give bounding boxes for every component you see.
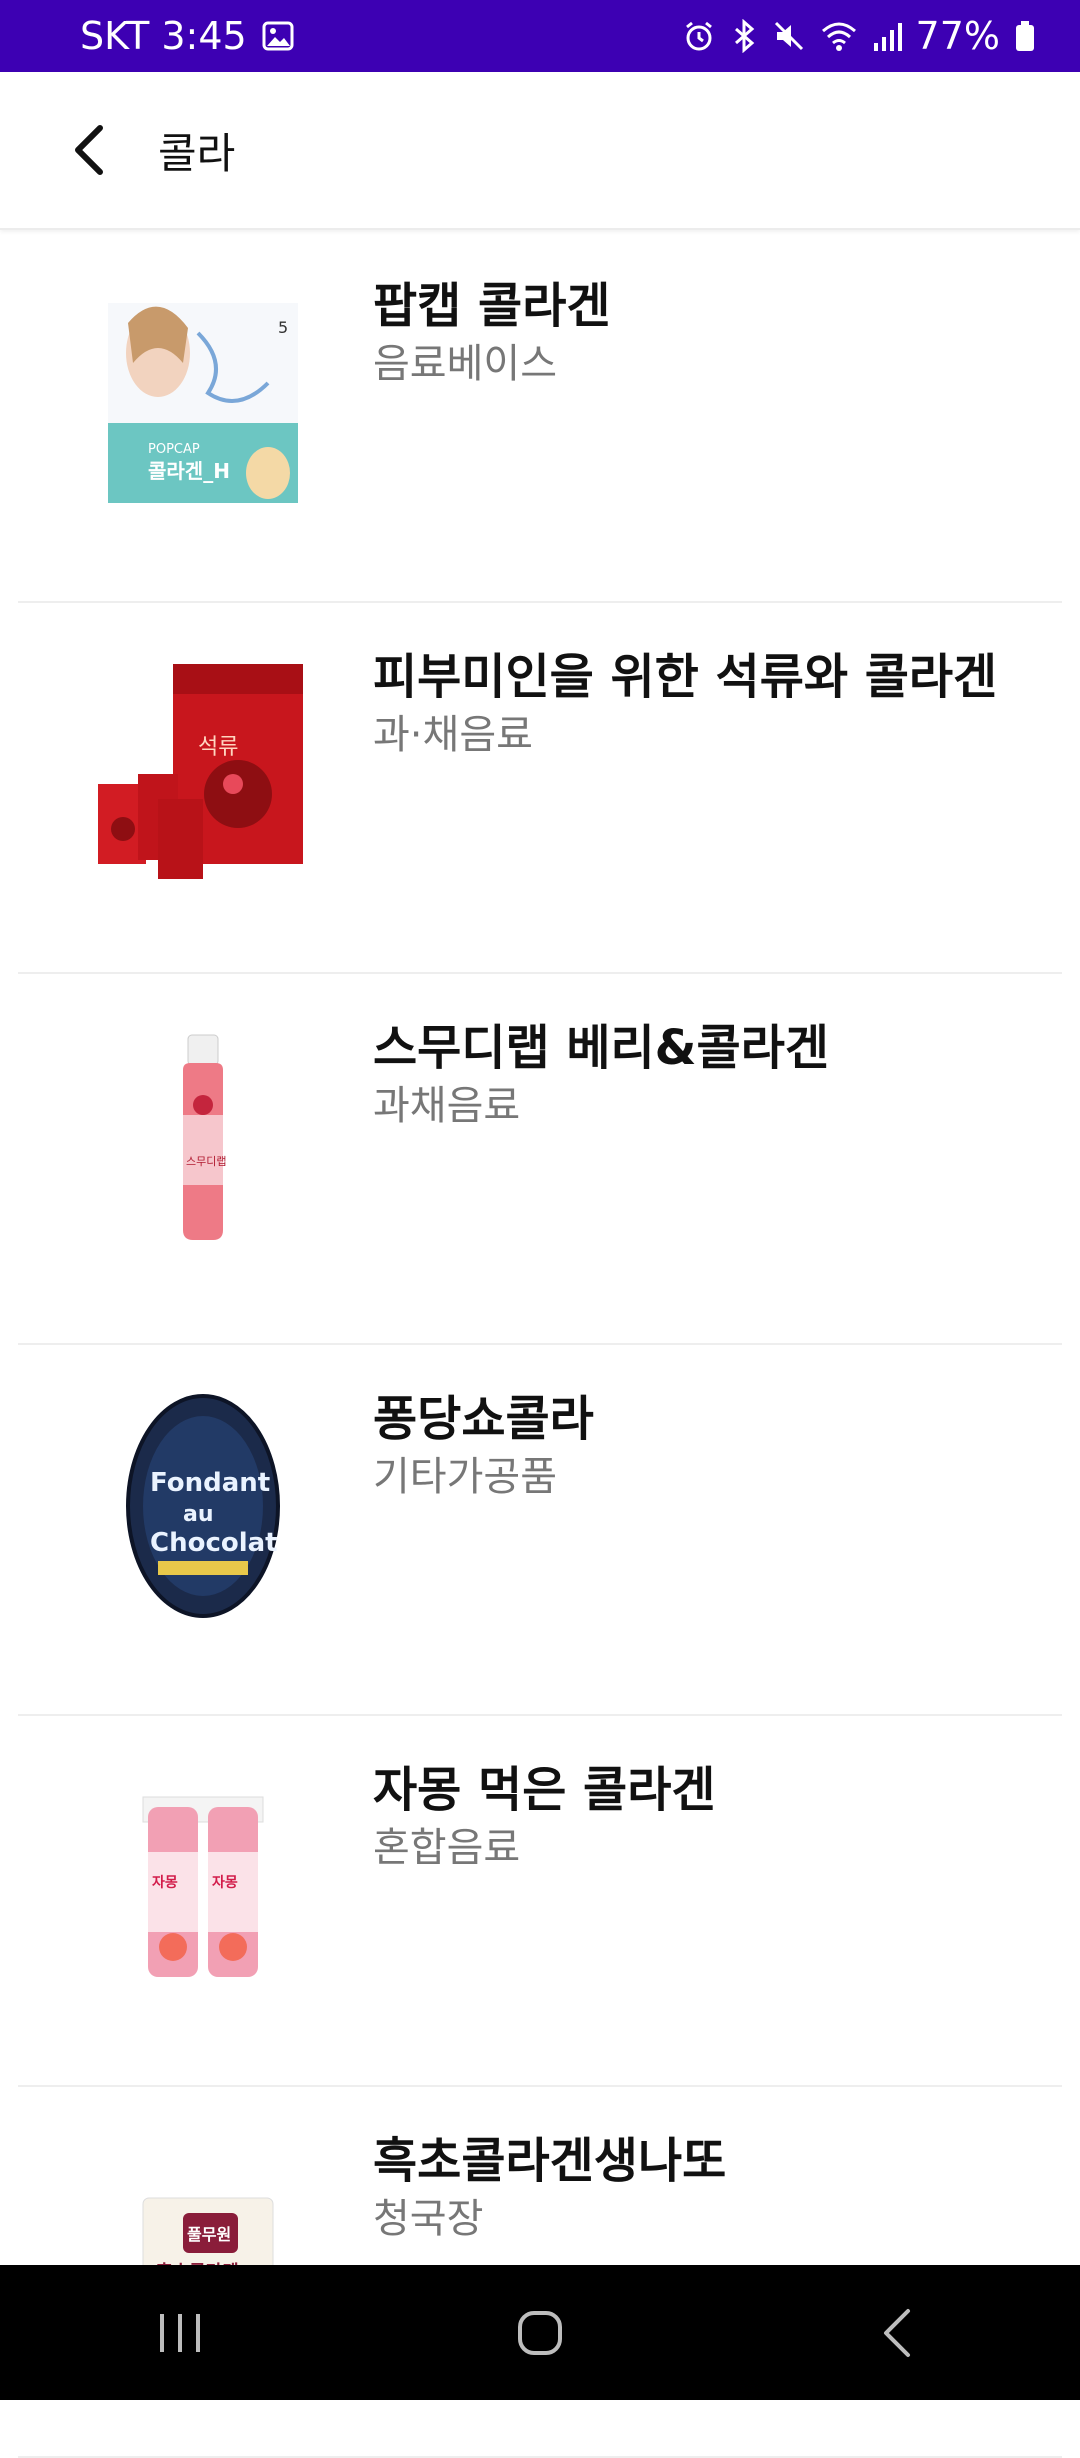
image-icon	[261, 19, 295, 53]
product-category: 혼합음료	[373, 1825, 521, 1871]
product-category: 과·채음료	[373, 712, 533, 758]
product-name: 퐁당쇼콜라	[373, 1391, 594, 1447]
navigation-bar	[0, 2265, 1080, 2400]
status-right: 77%	[682, 14, 1036, 58]
svg-text:콜라겐_H: 콜라겐_H	[148, 459, 230, 483]
product-category: 청국장	[373, 2196, 484, 2242]
product-image: 스무디랩	[78, 1010, 328, 1260]
app-bar: 콜라	[0, 72, 1080, 230]
home-icon	[518, 2310, 562, 2355]
svg-text:au: au	[183, 1502, 214, 1527]
product-name: 흑초콜라겐생나또	[373, 2133, 727, 2189]
svg-text:자몽: 자몽	[212, 1875, 238, 1891]
alarm-icon	[682, 19, 716, 53]
page-title: 콜라	[158, 128, 236, 178]
product-image: Fondant au Chocolat	[78, 1381, 328, 1631]
signal-icon	[872, 19, 902, 53]
mute-icon	[772, 19, 806, 53]
wifi-icon	[820, 19, 858, 53]
list-item[interactable]: 5 POPCAP 콜라겐_H 팝캡 콜라겐 음료베이스	[18, 232, 1062, 603]
svg-text:POPCAP: POPCAP	[148, 442, 200, 457]
product-image: 석류	[78, 639, 328, 889]
product-category: 과채음료	[373, 1083, 521, 1129]
bluetooth-icon	[730, 19, 758, 53]
carrier-time: SKT 3:45	[80, 14, 247, 58]
product-image: 5 POPCAP 콜라겐_H	[78, 268, 328, 518]
product-category: 음료베이스	[373, 341, 557, 387]
svg-text:석류: 석류	[198, 735, 238, 760]
battery-percent: 77%	[915, 14, 1000, 58]
back-arrow-icon	[75, 125, 103, 175]
recents-button[interactable]	[100, 2273, 260, 2393]
svg-text:Fondant: Fondant	[150, 1468, 270, 1498]
svg-text:Chocolat: Chocolat	[150, 1528, 278, 1558]
svg-text:5: 5	[278, 318, 288, 337]
list-item[interactable]: 석류 피부미인을 위한 석류와 콜라겐 과·채음료	[18, 603, 1062, 974]
battery-icon	[1014, 19, 1036, 53]
product-name: 피부미인을 위한 석류와 콜라겐	[373, 649, 998, 705]
svg-text:자몽: 자몽	[152, 1875, 178, 1891]
list-item[interactable]: 자몽 자몽 자몽 먹은 콜라겐 혼합음료	[18, 1716, 1062, 2087]
product-category: 기타가공품	[373, 1454, 557, 1500]
list-item[interactable]: 스무디랩 스무디랩 베리&콜라겐 과채음료	[18, 974, 1062, 1345]
product-name: 팝캡 콜라겐	[373, 278, 611, 334]
status-left: SKT 3:45	[80, 14, 295, 58]
svg-text:풀무원: 풀무원	[187, 2225, 231, 2244]
product-name: 스무디랩 베리&콜라겐	[373, 1020, 830, 1076]
list-item[interactable]: Fondant au Chocolat 퐁당쇼콜라 기타가공품	[18, 1345, 1062, 1716]
nav-back-icon	[884, 2308, 910, 2357]
svg-text:스무디랩: 스무디랩	[186, 1155, 226, 1168]
product-image: 자몽 자몽	[78, 1752, 328, 2002]
nav-back-button[interactable]	[820, 2273, 980, 2393]
status-bar: SKT 3:45 77%	[0, 0, 1080, 72]
product-name: 자몽 먹은 콜라겐	[373, 1762, 716, 1818]
home-button[interactable]	[460, 2273, 620, 2393]
product-list: 5 POPCAP 콜라겐_H 팝캡 콜라겐 음료베이스 석류 피부미인을 위한 …	[0, 232, 1080, 2458]
recents-icon	[160, 2313, 200, 2352]
back-button[interactable]	[30, 90, 150, 210]
